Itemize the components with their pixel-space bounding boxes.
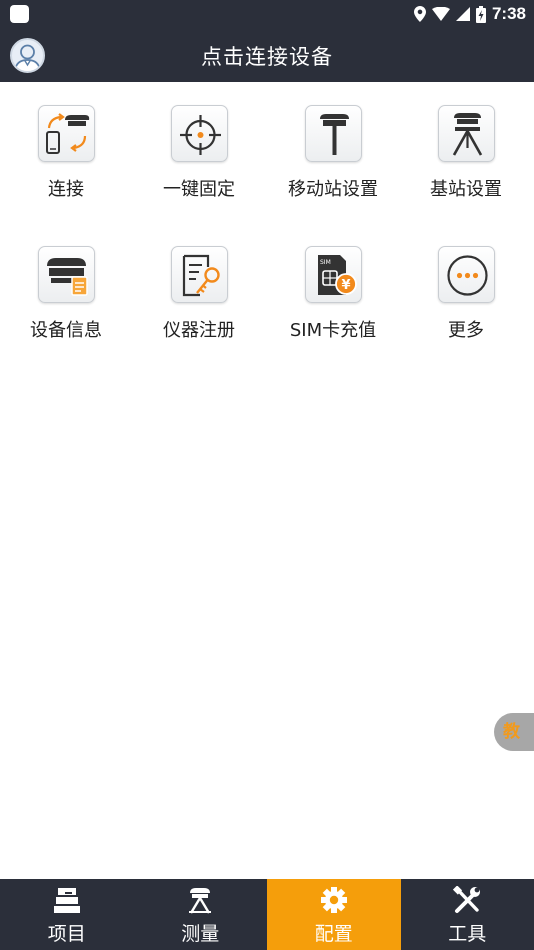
grid-item-instrument-register[interactable]: 仪器注册	[144, 246, 254, 356]
sim-recharge-icon: SIM ¥	[305, 246, 362, 303]
nav-tab-tools[interactable]: 工具	[401, 879, 534, 950]
nav-label: 工具	[448, 923, 487, 945]
grid-item-label: 移动站设置	[288, 179, 378, 200]
crosshair-fix-icon	[171, 105, 228, 162]
device-info-icon	[38, 246, 95, 303]
grid-item-base-settings[interactable]: 基站设置	[411, 105, 521, 215]
bottom-nav: 项目 测量 配置 工具	[0, 879, 534, 950]
page-title: 点击连接设备	[201, 45, 333, 69]
rover-antenna-icon	[305, 105, 362, 162]
grid-item-sim-recharge[interactable]: SIM ¥ SIM卡充值	[278, 246, 388, 356]
status-bar: 7:38	[0, 0, 534, 28]
status-time: 7:38	[491, 4, 526, 23]
grid-item-label: 连接	[48, 179, 84, 200]
nav-tab-config[interactable]: 配置	[267, 879, 401, 950]
grid-item-label: 基站设置	[430, 179, 502, 200]
instrument-register-key-icon	[171, 246, 228, 303]
battery-icon	[475, 5, 486, 23]
config-gear-icon	[320, 887, 347, 913]
svg-text:¥: ¥	[341, 278, 350, 293]
signal-icon	[455, 7, 470, 21]
header-bar: 点击连接设备	[0, 28, 534, 82]
base-station-tripod-icon	[438, 105, 495, 162]
nav-label: 测量	[181, 923, 220, 945]
grid-item-label: 一键固定	[163, 179, 235, 200]
tools-icon	[453, 886, 481, 913]
nav-label: 项目	[47, 923, 86, 945]
nav-tab-survey[interactable]: 测量	[134, 879, 268, 950]
grid-item-device-info[interactable]: 设备信息	[11, 246, 121, 356]
tutorial-tab-button[interactable]: 教	[494, 713, 534, 751]
grid-item-more[interactable]: 更多	[411, 246, 521, 356]
grid-item-label: SIM卡充值	[289, 320, 377, 341]
nav-tab-project[interactable]: 项目	[0, 879, 134, 950]
wifi-icon	[431, 7, 450, 21]
project-icon	[53, 888, 80, 913]
grid-item-label: 更多	[448, 320, 484, 341]
grid-item-one-key-fix[interactable]: 一键固定	[144, 105, 254, 215]
svg-text:SIM: SIM	[320, 259, 331, 266]
app-notification-icon	[10, 5, 29, 23]
grid-item-rover-settings[interactable]: 移动站设置	[278, 105, 388, 215]
grid-item-label: 仪器注册	[163, 320, 235, 341]
more-icon	[438, 246, 495, 303]
survey-icon	[189, 888, 212, 914]
connect-icon	[38, 105, 95, 162]
location-icon	[413, 6, 426, 22]
grid-item-label: 设备信息	[30, 320, 102, 341]
nav-label: 配置	[314, 923, 353, 945]
status-icons: 7:38	[413, 3, 526, 25]
grid-item-connect[interactable]: 连接	[11, 105, 121, 215]
